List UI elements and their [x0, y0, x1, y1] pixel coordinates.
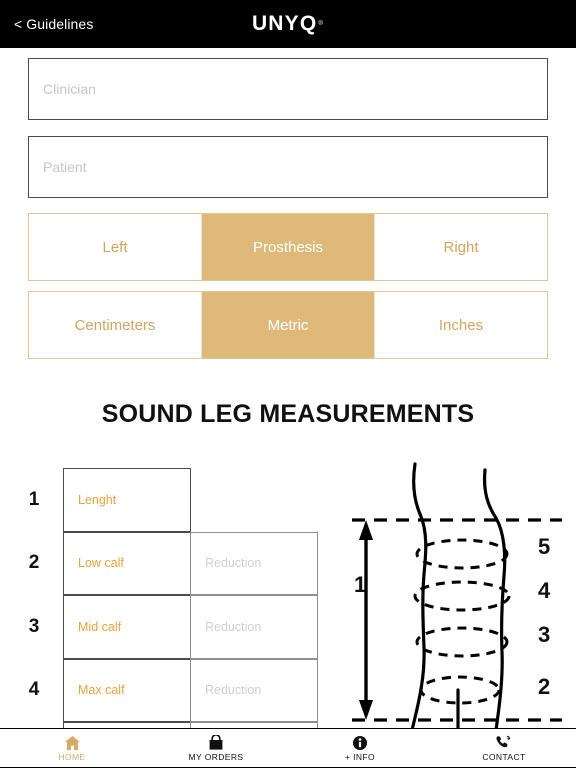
clinician-field[interactable]: Clinician [28, 58, 548, 120]
home-icon [64, 734, 80, 750]
row-number: 3 [28, 615, 40, 637]
table-row: 3 Mid calf Reduction [0, 595, 330, 659]
tab-contact-label: CONTACT [482, 752, 526, 762]
measurement-input-low-calf[interactable]: Low calf [63, 531, 191, 595]
bottom-tab-bar: HOME MY ORDERS + INFO CONTACT [0, 728, 576, 768]
unit-option-inches[interactable]: Inches [375, 292, 547, 358]
leg-outline-right [482, 468, 507, 730]
tab-my-orders-label: MY ORDERS [188, 752, 244, 762]
row-number: 1 [28, 488, 40, 510]
unit-selector: Centimeters Metric Inches [28, 291, 548, 359]
circumference-marker-3: 3 [538, 622, 551, 647]
side-option-right[interactable]: Right [375, 214, 547, 280]
unit-option-centimeters[interactable]: Centimeters [29, 292, 202, 358]
length-marker-label: 1 [354, 572, 367, 597]
reduction-input-mid-calf[interactable]: Reduction [190, 595, 318, 659]
tab-home[interactable]: HOME [0, 729, 144, 767]
row-number: 2 [28, 552, 40, 574]
bag-icon [209, 734, 223, 750]
tab-info[interactable]: + INFO [288, 729, 432, 767]
brand-logo-text: UNYQ [251, 12, 318, 35]
phone-icon [496, 734, 512, 750]
reduction-input-max-calf[interactable]: Reduction [190, 658, 318, 722]
table-row: 1 Lenght [0, 468, 330, 532]
table-row: 2 Low calf Reduction [0, 531, 330, 595]
patient-field[interactable]: Patient [28, 136, 548, 198]
table-row: 4 Max calf Reduction [0, 658, 330, 722]
tab-home-label: HOME [58, 752, 86, 762]
side-selector: Left Prosthesis Right [28, 213, 548, 281]
reduction-input-low-calf[interactable]: Reduction [190, 531, 318, 595]
row-number: 4 [28, 679, 40, 701]
tab-contact[interactable]: CONTACT [432, 729, 576, 767]
clinician-field-placeholder: Clinician [43, 81, 96, 97]
unit-option-metric[interactable]: Metric [202, 292, 375, 358]
app-header: UNYQ ® < Guidelines [0, 0, 576, 48]
info-icon [353, 734, 367, 750]
tab-my-orders[interactable]: MY ORDERS [144, 729, 288, 767]
reduction-placeholder: Reduction [205, 556, 262, 571]
measurement-label: Max calf [78, 683, 125, 698]
length-arrow [359, 520, 373, 720]
measurement-input-length[interactable]: Lenght [63, 468, 191, 532]
circumference-marker-5: 5 [538, 534, 551, 559]
back-to-guidelines-link[interactable]: < Guidelines [14, 0, 93, 48]
measurement-input-mid-calf[interactable]: Mid calf [63, 595, 191, 659]
circumference-ring-5 [415, 538, 509, 570]
circumference-marker-2: 2 [538, 674, 551, 699]
side-option-prosthesis[interactable]: Prosthesis [202, 214, 375, 280]
circumference-ring-3 [415, 626, 509, 658]
app-root: UNYQ ® < Guidelines Clinician Patient Lef… [0, 0, 576, 768]
side-option-left[interactable]: Left [29, 214, 202, 280]
brand-trademark-mark: ® [318, 21, 325, 27]
circumference-ring-2 [419, 675, 501, 705]
circumference-marker-4: 4 [538, 578, 551, 603]
tab-info-label: + INFO [344, 752, 376, 762]
measurement-input-max-calf[interactable]: Max calf [63, 658, 191, 722]
measurement-label: Mid calf [78, 619, 122, 634]
measurement-label: Low calf [78, 556, 124, 571]
patient-field-placeholder: Patient [43, 159, 87, 175]
circumference-ring-4 [413, 580, 511, 612]
reduction-placeholder: Reduction [205, 619, 262, 634]
section-title: SOUND LEG MEASUREMENTS [101, 400, 475, 428]
leg-measurement-diagram: 1 5 4 3 2 [340, 462, 576, 730]
reduction-placeholder: Reduction [205, 683, 262, 698]
measurement-label: Lenght [78, 492, 117, 507]
measurements-table: 1 Lenght 2 Low calf Reduction 3 Mid calf… [0, 468, 330, 768]
